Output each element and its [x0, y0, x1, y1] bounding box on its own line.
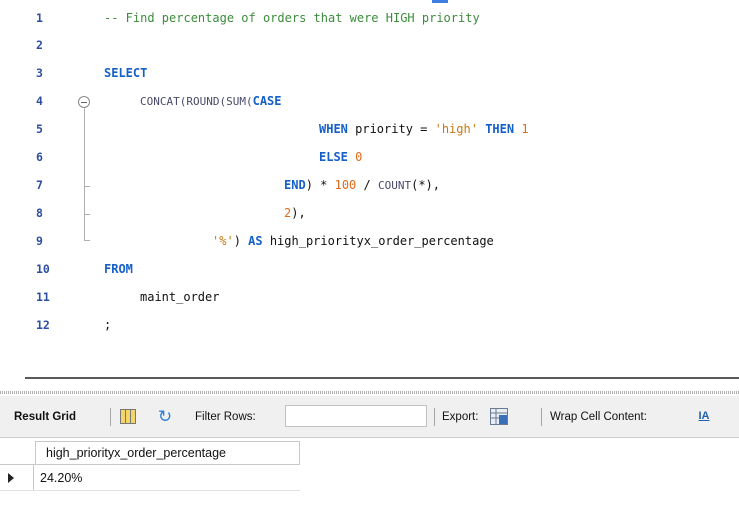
keyword-as: AS	[248, 234, 263, 248]
row-pointer-icon	[8, 473, 14, 483]
keyword-else: ELSE	[319, 150, 356, 164]
export-icon[interactable]	[490, 408, 508, 425]
result-grid-icon[interactable]	[120, 409, 136, 424]
number-literal: 1	[521, 122, 529, 136]
operator: (*),	[411, 178, 440, 192]
code-line-2[interactable]: 2	[0, 35, 739, 55]
row-divider	[0, 490, 300, 491]
keyword-then: THEN	[477, 122, 522, 136]
fold-minus-icon[interactable]	[78, 96, 90, 108]
operator: ),	[291, 206, 306, 220]
wrap-cell-icon[interactable]: IA	[697, 409, 711, 424]
code-content: CONCAT(ROUND(SUM(CASE	[140, 91, 282, 112]
code-line-7[interactable]: 7 END) * 100 / COUNT(*),	[0, 175, 739, 195]
toolbar-separator	[541, 408, 542, 426]
export-label: Export:	[442, 411, 479, 423]
wrap-cell-content-label: Wrap Cell Content:	[550, 411, 647, 423]
fn-sum: SUM(	[226, 95, 253, 108]
fn-count: COUNT	[377, 179, 412, 192]
filter-rows-label: Filter Rows:	[195, 411, 256, 423]
column-header[interactable]: high_priorityx_order_percentage	[35, 441, 300, 465]
code-content: ELSE 0	[319, 147, 362, 167]
code-line-5[interactable]: 5 WHEN priority = 'high' THEN 1	[0, 119, 739, 139]
row-header-corner	[0, 441, 35, 465]
fold-guide-tick	[84, 214, 90, 215]
code-content: 2),	[284, 203, 306, 223]
fold-guide-tick	[84, 240, 90, 241]
line-number: 9	[36, 234, 43, 248]
operator: ) *	[305, 178, 335, 192]
panel-divider	[25, 377, 739, 379]
code-line-1[interactable]: 1 -- Find percentage of orders that were…	[0, 8, 739, 28]
line-number: 7	[36, 178, 43, 192]
code-line-12[interactable]: 12 ;	[0, 315, 739, 335]
table-cell[interactable]: 24.20%	[40, 466, 82, 490]
code-line-3[interactable]: 3 SELECT	[0, 63, 739, 83]
code-content: WHEN priority = 'high' THEN 1	[319, 119, 529, 139]
line-number: 4	[36, 94, 43, 108]
result-grid-tab[interactable]: Result Grid	[14, 396, 76, 438]
string-literal: 'high'	[434, 122, 478, 136]
fold-guide	[84, 108, 85, 240]
keyword-when: WHEN	[319, 122, 348, 136]
line-number: 2	[36, 38, 43, 52]
number-literal: 0	[355, 150, 363, 164]
line-number: 6	[36, 150, 43, 164]
keyword-from: FROM	[104, 262, 133, 276]
line-number: 5	[36, 122, 43, 136]
toolbar-separator	[110, 408, 111, 426]
sql-editor[interactable]: 1 -- Find percentage of orders that were…	[0, 0, 739, 352]
sql-comment: -- Find percentage of orders that were H…	[104, 11, 480, 25]
table-name: maint_order	[140, 290, 220, 304]
number-literal: 100	[334, 178, 357, 192]
code-line-6[interactable]: 6 ELSE 0	[0, 147, 739, 167]
result-grid: high_priorityx_order_percentage 24.20%	[0, 440, 739, 508]
column-priority: priority =	[347, 122, 435, 136]
line-number: 12	[36, 318, 50, 332]
code-line-4[interactable]: 4 CONCAT(ROUND(SUM(CASE	[0, 91, 739, 111]
fn-round: ROUND(	[186, 95, 227, 108]
code-line-8[interactable]: 8 2),	[0, 203, 739, 223]
operator: )	[233, 234, 249, 248]
line-number: 10	[36, 262, 50, 276]
column-alias: high_priorityx_order_percentage	[262, 234, 494, 248]
result-toolbar: Result Grid ↻ Filter Rows: Export: Wrap …	[0, 396, 739, 438]
line-number: 1	[36, 11, 43, 25]
fn-concat: CONCAT(	[140, 95, 187, 108]
code-line-11[interactable]: 11 maint_order	[0, 287, 739, 307]
keyword-select: SELECT	[104, 66, 148, 80]
operator: /	[356, 178, 378, 192]
line-number: 3	[36, 66, 43, 80]
refresh-icon[interactable]: ↻	[155, 407, 175, 427]
fold-guide-tick	[84, 186, 90, 187]
code-line-10[interactable]: 10 FROM	[0, 259, 739, 279]
toolbar-separator	[434, 408, 435, 426]
line-number: 11	[36, 290, 50, 304]
string-literal: '%'	[212, 234, 234, 248]
row-header-border	[33, 465, 34, 491]
statement-terminator: ;	[104, 318, 112, 332]
keyword-end: END	[284, 178, 306, 192]
code-line-9[interactable]: 9 '%') AS high_priorityx_order_percentag…	[0, 231, 739, 251]
line-number: 8	[36, 206, 43, 220]
filter-rows-input[interactable]	[285, 405, 427, 427]
splitter-handle[interactable]	[0, 391, 739, 394]
code-content: END) * 100 / COUNT(*),	[284, 175, 440, 196]
scroll-position-marker	[432, 0, 448, 3]
code-content: '%') AS high_priorityx_order_percentage	[212, 231, 494, 251]
keyword-case: CASE	[252, 94, 282, 108]
